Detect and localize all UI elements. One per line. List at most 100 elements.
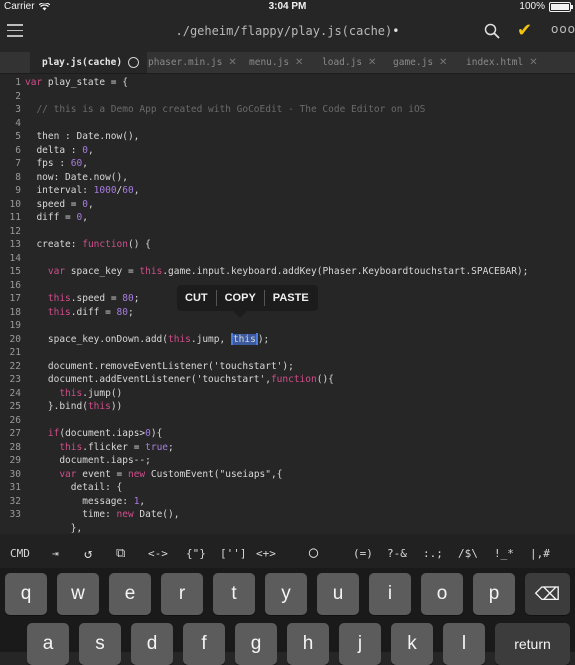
code-line: 4 <box>15 117 21 129</box>
file-tabs: play.js(cache) phaser.min.js ✕ menu.js ✕ l… <box>0 52 575 74</box>
code-line: 2 <box>15 90 21 102</box>
code-line: 31 detail: { <box>9 482 123 493</box>
close-icon[interactable]: ✕ <box>295 52 303 73</box>
code-line: 7 fps : 60, <box>15 158 88 169</box>
colon-dot-semicolon-key[interactable]: :.; <box>423 546 443 562</box>
key-a[interactable]: a <box>27 623 69 665</box>
unsaved-indicator: • <box>392 24 400 38</box>
tab-play-js[interactable]: play.js(cache) <box>30 52 148 73</box>
code-line: 32 message: 1, <box>9 495 146 507</box>
code-line: 17 this.speed = 80; <box>9 293 140 304</box>
search-icon[interactable] <box>484 23 500 39</box>
selected-text: this <box>232 333 256 345</box>
key-y[interactable]: y <box>265 573 307 615</box>
key-q[interactable]: q <box>5 573 47 615</box>
code-line: 3 // this is a Demo App created with GoC… <box>15 104 426 115</box>
cut-button[interactable]: CUT <box>177 292 216 304</box>
code-line: }, <box>70 522 83 534</box>
more-options-icon[interactable]: ooo <box>551 22 575 36</box>
undo-icon[interactable]: ↺ <box>84 546 92 562</box>
angle-plus-key[interactable]: <+> <box>256 546 276 562</box>
tab-label: game.js <box>393 57 434 68</box>
code-line: 9 interval: 1000/60, <box>15 185 140 196</box>
checkmark-icon[interactable]: ✔ <box>517 20 532 41</box>
code-line: 19 <box>9 320 21 331</box>
key-g[interactable]: g <box>235 623 277 665</box>
key-u[interactable]: u <box>317 573 359 615</box>
bang-underscore-star-key[interactable]: !_* <box>494 546 514 562</box>
tab-menu-js[interactable]: menu.js ✕ <box>249 52 303 73</box>
code-line: 24 this.jump() <box>9 387 123 399</box>
pipe-comma-hash-key[interactable]: |,# <box>530 546 550 562</box>
key-h[interactable]: h <box>287 623 329 665</box>
nav-bar: ./geheim/flappy/play.js(cache)• ✔ ooo <box>0 14 575 50</box>
key-d[interactable]: d <box>131 623 173 665</box>
code-line: 5 then : Date.now(), <box>15 131 140 142</box>
code-line: 20 space_key.onDown.add(this.jump, this)… <box>9 333 270 345</box>
file-path: ./geheim/flappy/play.js(cache) <box>175 24 393 38</box>
code-line: 1 var play_state = { <box>15 77 128 88</box>
on-screen-keyboard: q w e r t y u i o p ⌫ a s d f g h j k l … <box>0 568 575 665</box>
key-t[interactable]: t <box>213 573 255 615</box>
code-line: 26 <box>9 414 21 426</box>
code-line: 23 document.addEventListener('touchstart… <box>9 374 334 385</box>
slash-dollar-backslash-key[interactable]: /$\ <box>458 546 478 562</box>
bracket-quote-key[interactable]: [''] <box>220 546 247 562</box>
unsaved-circle-icon[interactable] <box>128 57 140 68</box>
key-w[interactable]: w <box>57 573 99 615</box>
paren-equals-key[interactable]: (=) <box>353 546 373 562</box>
tab-game-js[interactable]: game.js ✕ <box>393 52 447 73</box>
code-line: 15 var space_key = this.game.input.keybo… <box>9 266 529 277</box>
code-line: 16 <box>9 279 21 291</box>
key-p[interactable]: p <box>473 573 515 615</box>
tab-phaser-min-js[interactable]: phaser.min.js ✕ <box>148 52 237 73</box>
paste-button[interactable]: PASTE <box>265 292 317 304</box>
cmd-key[interactable]: CMD <box>10 546 30 562</box>
code-line: 22 document.removeEventListener('touchst… <box>9 360 294 372</box>
key-r[interactable]: r <box>161 573 203 615</box>
circle-icon[interactable]: ◯ <box>309 544 318 560</box>
close-icon[interactable]: ✕ <box>228 52 236 73</box>
code-line: 33 time: new Date(), <box>9 509 180 520</box>
question-dash-amp-key[interactable]: ?-& <box>387 546 407 562</box>
angle-dash-key[interactable]: <-> <box>148 546 168 562</box>
code-line: 25 }.bind(this)) <box>9 401 123 412</box>
clipboard-icon[interactable]: ⧉ <box>116 546 125 562</box>
backspace-key-icon[interactable]: ⌫ <box>525 573 570 615</box>
edit-context-menu: CUT COPY PASTE <box>177 285 318 318</box>
tab-index-html[interactable]: index.html ✕ <box>466 52 538 73</box>
key-i[interactable]: i <box>369 573 411 615</box>
key-l[interactable]: l <box>443 623 485 665</box>
close-icon[interactable]: ✕ <box>439 52 447 73</box>
tab-label: menu.js <box>249 57 290 68</box>
battery-percent: 100% <box>519 1 545 12</box>
close-icon[interactable]: ✕ <box>529 52 537 73</box>
code-line: 13 create: function() { <box>9 239 151 250</box>
code-line: 6 delta : 0, <box>15 144 94 156</box>
key-f[interactable]: f <box>183 623 225 665</box>
tab-label: load.js <box>322 57 363 68</box>
code-line: 10 speed = 0, <box>9 198 94 210</box>
tab-label: index.html <box>466 57 524 68</box>
brace-quote-key[interactable]: {"} <box>186 546 206 562</box>
code-line: 29 document.iaps--; <box>9 455 151 466</box>
key-e[interactable]: e <box>109 573 151 615</box>
tab-label: play.js(cache) <box>42 57 123 68</box>
key-s[interactable]: s <box>79 623 121 665</box>
clock: 3:04 PM <box>268 1 307 12</box>
code-line: 8 now: Date.now(), <box>15 171 128 183</box>
code-line: 30 var event = new CustomEvent("useiaps"… <box>9 468 283 480</box>
tab-load-js[interactable]: load.js ✕ <box>322 52 376 73</box>
return-key[interactable]: return <box>495 623 570 665</box>
tab-label: phaser.min.js <box>148 57 223 68</box>
copy-button[interactable]: COPY <box>217 292 264 304</box>
code-line: 28 this.flicker = true; <box>9 441 174 453</box>
key-j[interactable]: j <box>339 623 381 665</box>
status-bar: Carrier 3:04 PM 100% <box>0 0 575 14</box>
key-o[interactable]: o <box>421 573 463 615</box>
key-k[interactable]: k <box>391 623 433 665</box>
code-line: 21 <box>9 347 21 358</box>
close-icon[interactable]: ✕ <box>368 52 376 73</box>
tab-key-icon[interactable]: ⇥ <box>52 546 59 562</box>
popover-arrow <box>233 311 247 318</box>
